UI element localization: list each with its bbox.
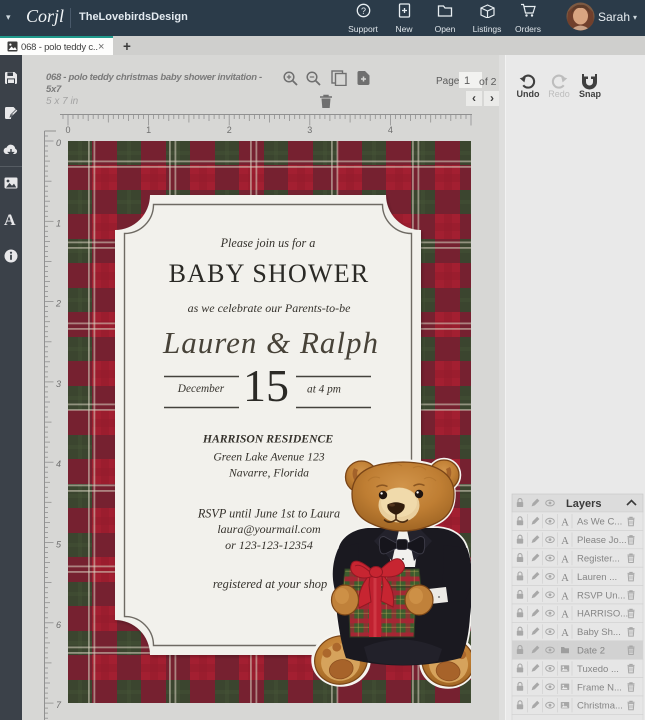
svg-text:3: 3 [307, 125, 312, 135]
svg-text:A: A [561, 518, 569, 529]
svg-text:Lauren ...: Lauren ... [577, 572, 617, 583]
svg-text:HARRISON RESIDENCE: HARRISON RESIDENCE [202, 433, 333, 446]
svg-text:As We C...: As We C... [577, 517, 622, 528]
svg-text:RSVP Un...: RSVP Un... [577, 590, 625, 601]
svg-text:Undo: Undo [517, 89, 540, 99]
svg-text:Snap: Snap [579, 89, 602, 99]
svg-text:0: 0 [65, 125, 70, 135]
svg-text:at 4 pm: at 4 pm [307, 384, 341, 396]
svg-text:laura@yourmail.com: laura@yourmail.com [217, 522, 321, 536]
svg-text:15: 15 [243, 360, 289, 411]
svg-text:6: 6 [56, 620, 61, 630]
svg-text:Layers: Layers [566, 498, 601, 510]
svg-text:7: 7 [56, 700, 62, 710]
svg-text:Register...: Register... [577, 554, 620, 565]
svg-text:A: A [561, 573, 569, 584]
svg-text:or 123-123-12354: or 123-123-12354 [225, 538, 313, 552]
svg-text:Date 2: Date 2 [577, 646, 605, 657]
svg-text:Christma...: Christma... [577, 701, 623, 712]
svg-text:Navarre, Florida: Navarre, Florida [228, 467, 309, 480]
svg-text:A: A [561, 536, 569, 547]
svg-text:Redo: Redo [548, 89, 570, 99]
svg-text:4: 4 [388, 125, 393, 135]
svg-text:2: 2 [227, 125, 232, 135]
svg-text:5: 5 [56, 540, 62, 550]
svg-text:A: A [561, 591, 569, 602]
svg-text:Baby Sh...: Baby Sh... [577, 627, 621, 638]
svg-text:1: 1 [56, 218, 61, 228]
svg-text:Lauren & Ralph: Lauren & Ralph [162, 325, 379, 360]
svg-text:2: 2 [55, 299, 61, 309]
svg-text:A: A [561, 555, 569, 566]
svg-text:HARRISO...: HARRISO... [577, 609, 628, 620]
svg-text:4: 4 [56, 459, 61, 469]
svg-text:RSVP until June 1st to Laura: RSVP until June 1st to Laura [197, 507, 340, 521]
svg-text:A: A [561, 628, 569, 639]
svg-text:A: A [561, 610, 569, 621]
svg-text:registered at your shop: registered at your shop [213, 577, 327, 591]
svg-text:BABY SHOWER: BABY SHOWER [169, 259, 370, 288]
svg-text:as we celebrate our Parents-to: as we celebrate our Parents-to-be [188, 301, 352, 315]
svg-text:Please Jo...: Please Jo... [577, 535, 627, 546]
svg-text:Frame N...: Frame N... [577, 682, 622, 693]
svg-text:0: 0 [56, 138, 61, 148]
svg-text:Green Lake Avenue 123: Green Lake Avenue 123 [213, 451, 324, 464]
svg-text:1: 1 [146, 125, 151, 135]
svg-text:3: 3 [56, 379, 61, 389]
svg-text:Tuxedo ...: Tuxedo ... [577, 664, 619, 675]
svg-text:Please join us for a: Please join us for a [220, 236, 316, 250]
svg-text:December: December [177, 383, 225, 395]
svg-text:?: ? [360, 6, 365, 16]
